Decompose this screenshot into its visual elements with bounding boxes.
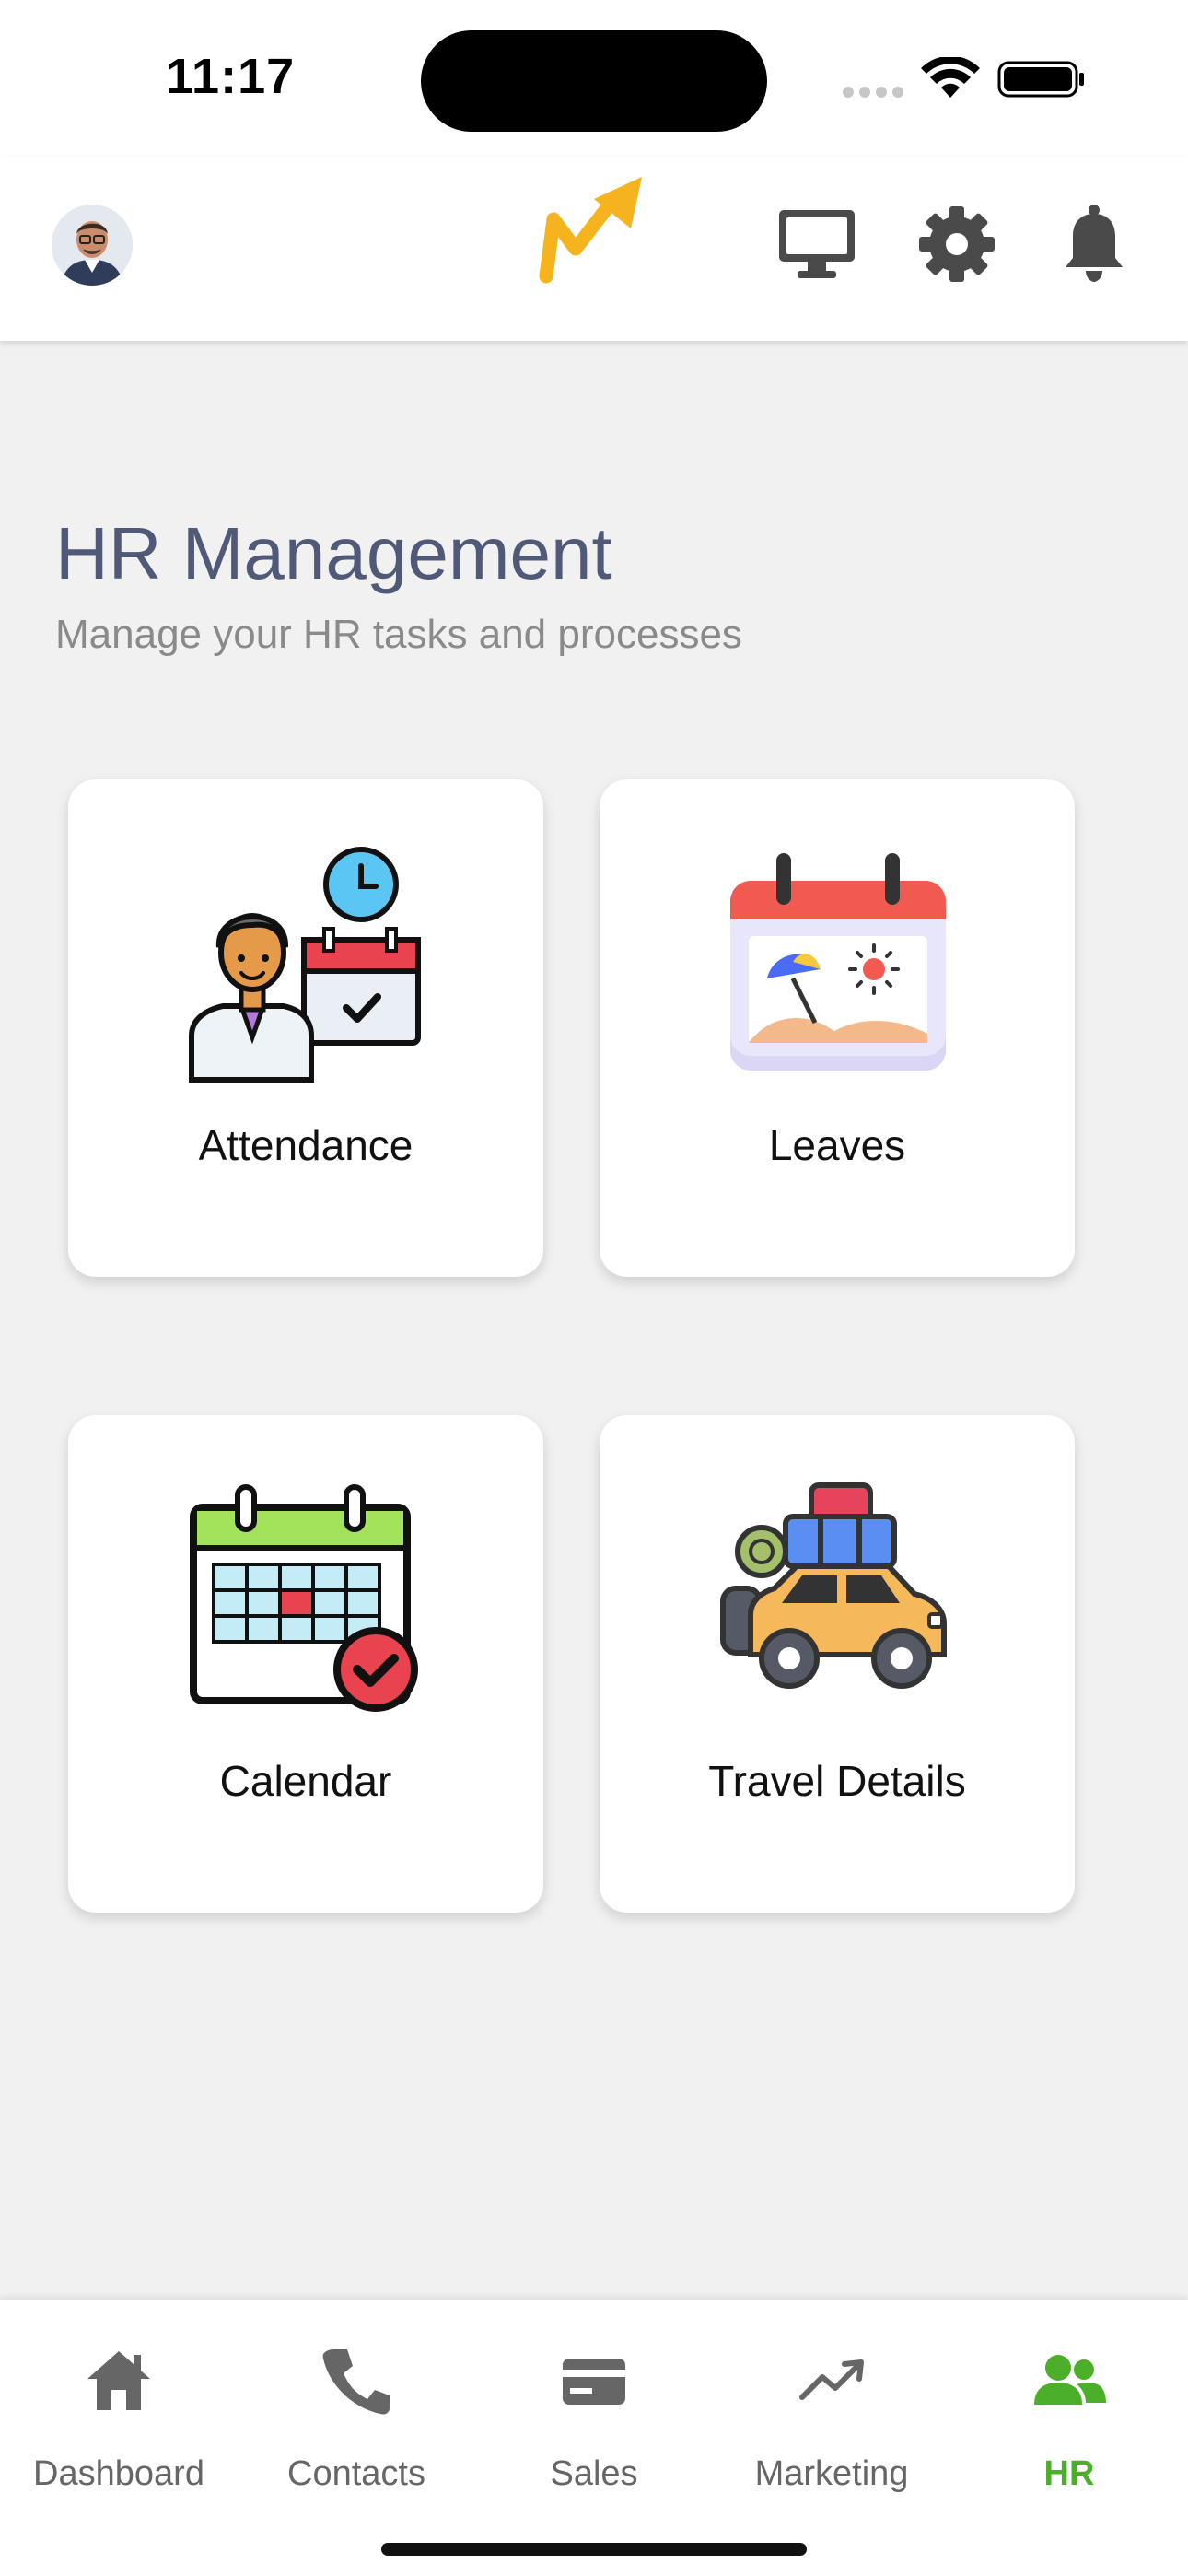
nav-item-contacts[interactable]: Contacts — [238, 2300, 475, 2521]
card-leaves[interactable]: Leaves — [600, 779, 1075, 1277]
trending-up-icon — [799, 2359, 864, 2400]
card-travel-details[interactable]: Travel Details — [600, 1415, 1075, 1913]
people-icon — [1034, 2355, 1106, 2405]
brand-logo — [539, 177, 642, 284]
signal-icon — [843, 87, 907, 98]
bottom-nav: Dashboard Contacts Sales Marketing HR — [0, 2300, 1188, 2576]
home-indicator — [381, 2543, 807, 2556]
nav-item-marketing[interactable]: Marketing — [713, 2300, 950, 2521]
app-header — [0, 157, 1188, 341]
battery-icon — [997, 61, 1084, 98]
card-calendar[interactable]: Calendar — [68, 1415, 543, 1913]
nav-item-sales[interactable]: Sales — [475, 2300, 713, 2521]
nav-label: Dashboard — [33, 2454, 204, 2493]
card-attendance[interactable]: Attendance — [68, 779, 543, 1277]
avatar-image — [52, 205, 133, 286]
page-title: HR Management — [55, 512, 612, 594]
wifi-icon — [921, 57, 980, 98]
leaves-icon — [730, 853, 946, 1071]
card-label: Leaves — [768, 1121, 906, 1169]
nav-label: Marketing — [754, 2454, 909, 2493]
page-subtitle: Manage your HR tasks and processes — [55, 612, 742, 657]
home-icon — [87, 2351, 150, 2410]
nav-label: Sales — [550, 2454, 638, 2493]
travel-icon — [720, 1482, 947, 1689]
user-avatar[interactable] — [52, 205, 133, 286]
nav-label: HR — [1043, 2454, 1095, 2493]
calendar-icon — [190, 1484, 418, 1712]
monitor-icon[interactable] — [775, 203, 858, 286]
card-label: Travel Details — [708, 1757, 966, 1805]
bell-icon[interactable] — [1053, 203, 1136, 286]
dynamic-island — [421, 30, 767, 132]
status-bar: 11:17 — [0, 0, 1188, 157]
gear-icon[interactable] — [915, 203, 998, 286]
nav-item-dashboard[interactable]: Dashboard — [0, 2300, 238, 2521]
phone-icon — [322, 2349, 390, 2415]
status-time: 11:17 — [166, 49, 296, 104]
card-icon — [563, 2359, 625, 2405]
card-label: Calendar — [219, 1757, 392, 1805]
nav-label: Contacts — [287, 2454, 425, 2493]
attendance-icon — [189, 847, 421, 1083]
nav-item-hr[interactable]: HR — [950, 2300, 1188, 2521]
card-label: Attendance — [198, 1121, 413, 1169]
